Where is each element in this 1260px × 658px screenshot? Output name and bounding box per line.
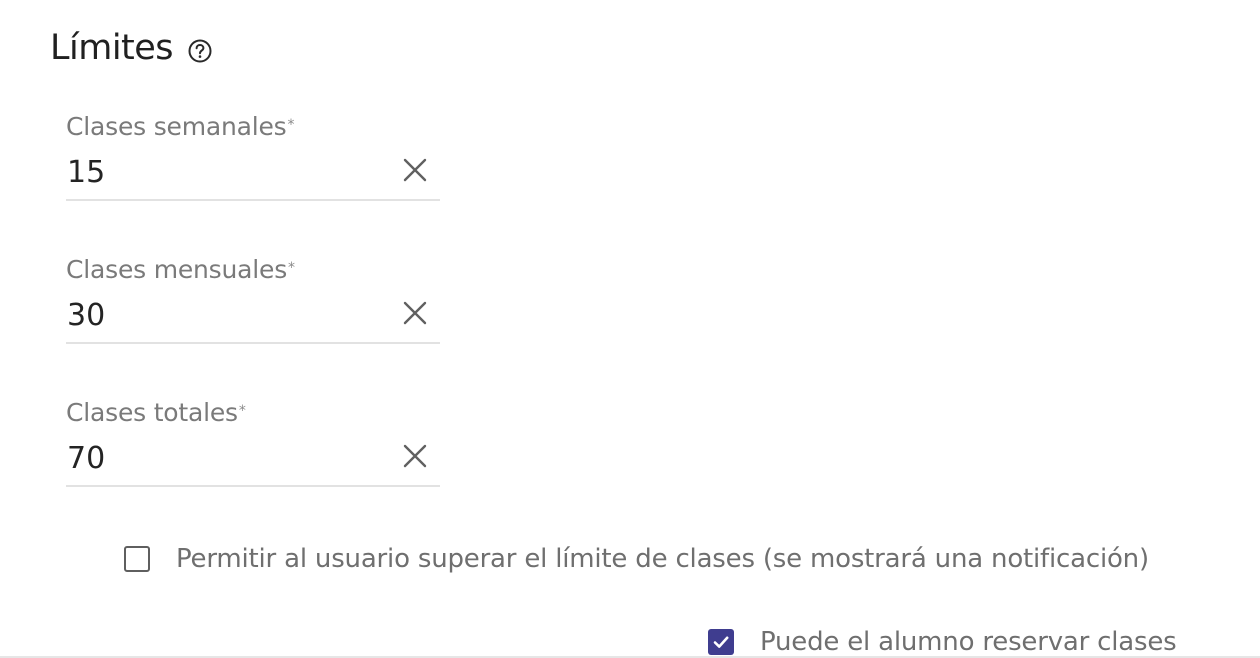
student-can-book-option[interactable]: Puede el alumno reservar clases xyxy=(708,627,1177,657)
monthly-classes-field: Clases mensuales* 30 xyxy=(66,255,440,344)
help-circle-icon[interactable] xyxy=(187,38,213,64)
total-classes-label: Clases totales* xyxy=(66,398,440,427)
student-can-book-label[interactable]: Puede el alumno reservar clases xyxy=(760,627,1177,657)
close-icon xyxy=(403,158,427,182)
section-title: Límites xyxy=(50,28,174,68)
allow-exceed-limit-option[interactable]: Permitir al usuario superar el límite de… xyxy=(124,544,1149,574)
student-can-book-checkbox[interactable] xyxy=(708,629,734,655)
total-classes-field: Clases totales* 70 xyxy=(66,398,440,487)
monthly-classes-input[interactable]: 30 xyxy=(66,284,440,344)
total-classes-value[interactable]: 70 xyxy=(66,441,105,476)
allow-exceed-limit-checkbox[interactable] xyxy=(124,546,150,572)
clear-weekly-classes-button[interactable] xyxy=(400,155,430,185)
checkmark-icon xyxy=(713,636,729,648)
clear-monthly-classes-button[interactable] xyxy=(400,298,430,328)
weekly-classes-input[interactable]: 15 xyxy=(66,141,440,201)
monthly-classes-label-text: Clases mensuales xyxy=(66,255,288,284)
required-mark: * xyxy=(238,403,246,419)
weekly-classes-field: Clases semanales* 15 xyxy=(66,112,440,201)
clear-total-classes-button[interactable] xyxy=(400,441,430,471)
close-icon xyxy=(403,301,427,325)
allow-exceed-limit-label[interactable]: Permitir al usuario superar el límite de… xyxy=(176,544,1149,574)
required-mark: * xyxy=(287,117,295,133)
weekly-classes-label: Clases semanales* xyxy=(66,112,440,141)
weekly-classes-value[interactable]: 15 xyxy=(66,155,105,190)
monthly-classes-value[interactable]: 30 xyxy=(66,298,105,333)
monthly-classes-label: Clases mensuales* xyxy=(66,255,440,284)
section-header: Límites xyxy=(50,28,213,68)
weekly-classes-label-text: Clases semanales xyxy=(66,112,287,141)
close-icon xyxy=(403,444,427,468)
total-classes-label-text: Clases totales xyxy=(66,398,238,427)
total-classes-input[interactable]: 70 xyxy=(66,427,440,487)
required-mark: * xyxy=(288,260,295,276)
